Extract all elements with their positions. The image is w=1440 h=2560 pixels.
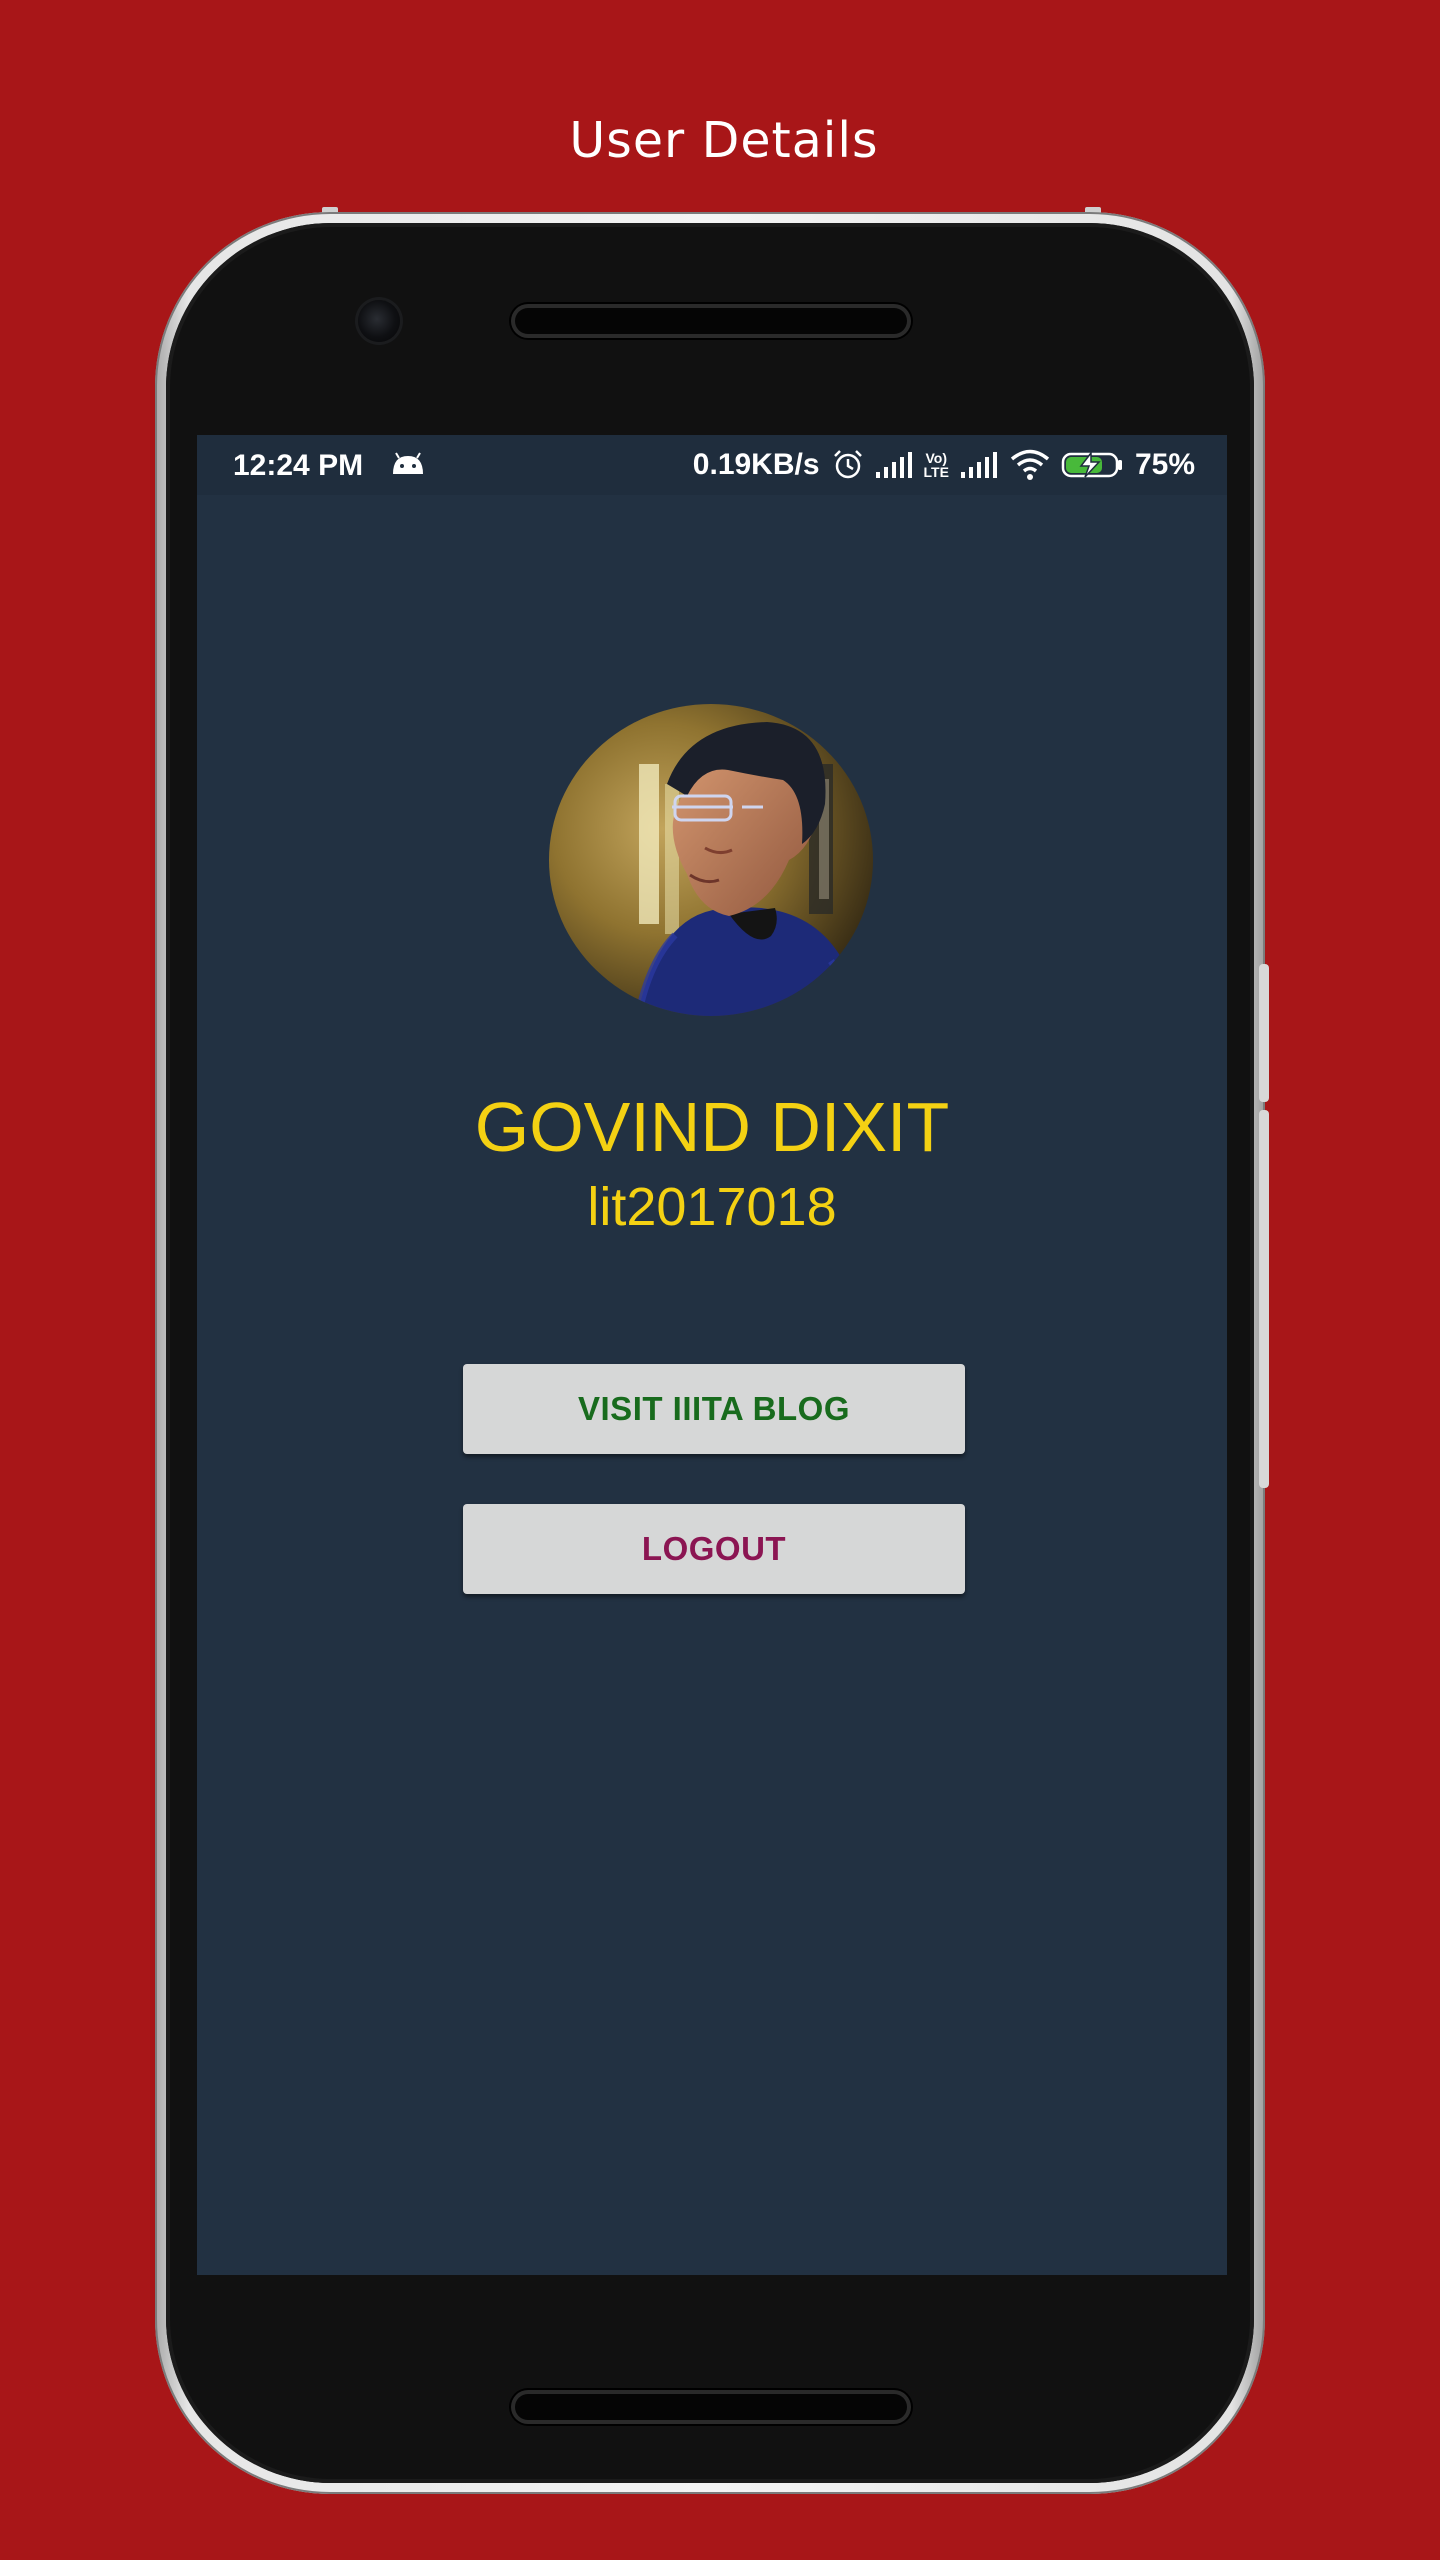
signal-icon — [960, 452, 997, 478]
status-right-group: 0.19KB/s Vo) LTE 75% — [693, 446, 1195, 484]
user-name: GOVIND DIXIT — [474, 1088, 950, 1166]
user-id: lit2017018 — [587, 1177, 837, 1237]
network-speed: 0.19KB/s — [692, 448, 820, 481]
volte-label-bottom: LTE — [923, 464, 949, 480]
page-title: User Details — [569, 112, 879, 169]
volte-label-top: Vo) — [925, 450, 947, 466]
battery-charging-icon — [1061, 450, 1122, 478]
phone-side-button — [1259, 1110, 1269, 1488]
android-icon — [393, 452, 423, 474]
status-time: 12:24 PM — [233, 449, 364, 482]
status-bar: 12:24 PM 0.19KB/s Vo) LTE 75% — [197, 435, 1227, 495]
bottom-speaker — [511, 2390, 911, 2424]
signal-icon — [875, 452, 912, 478]
wifi-icon — [1010, 449, 1050, 480]
volte-icon: Vo) LTE — [924, 451, 949, 479]
earpiece-speaker — [511, 304, 911, 338]
logout-button[interactable]: LOGOUT — [463, 1504, 965, 1594]
phone-screen: 12:24 PM 0.19KB/s Vo) LTE 75% GOVIND DIX… — [197, 435, 1227, 2275]
profile-photo — [549, 704, 873, 1016]
visit-blog-button[interactable]: VISIT IIITA BLOG — [463, 1364, 965, 1454]
alarm-icon — [833, 450, 862, 479]
avatar — [549, 704, 873, 1016]
front-camera-icon — [358, 300, 400, 342]
phone-side-button — [1259, 964, 1269, 1102]
battery-percent: 75% — [1134, 448, 1195, 481]
